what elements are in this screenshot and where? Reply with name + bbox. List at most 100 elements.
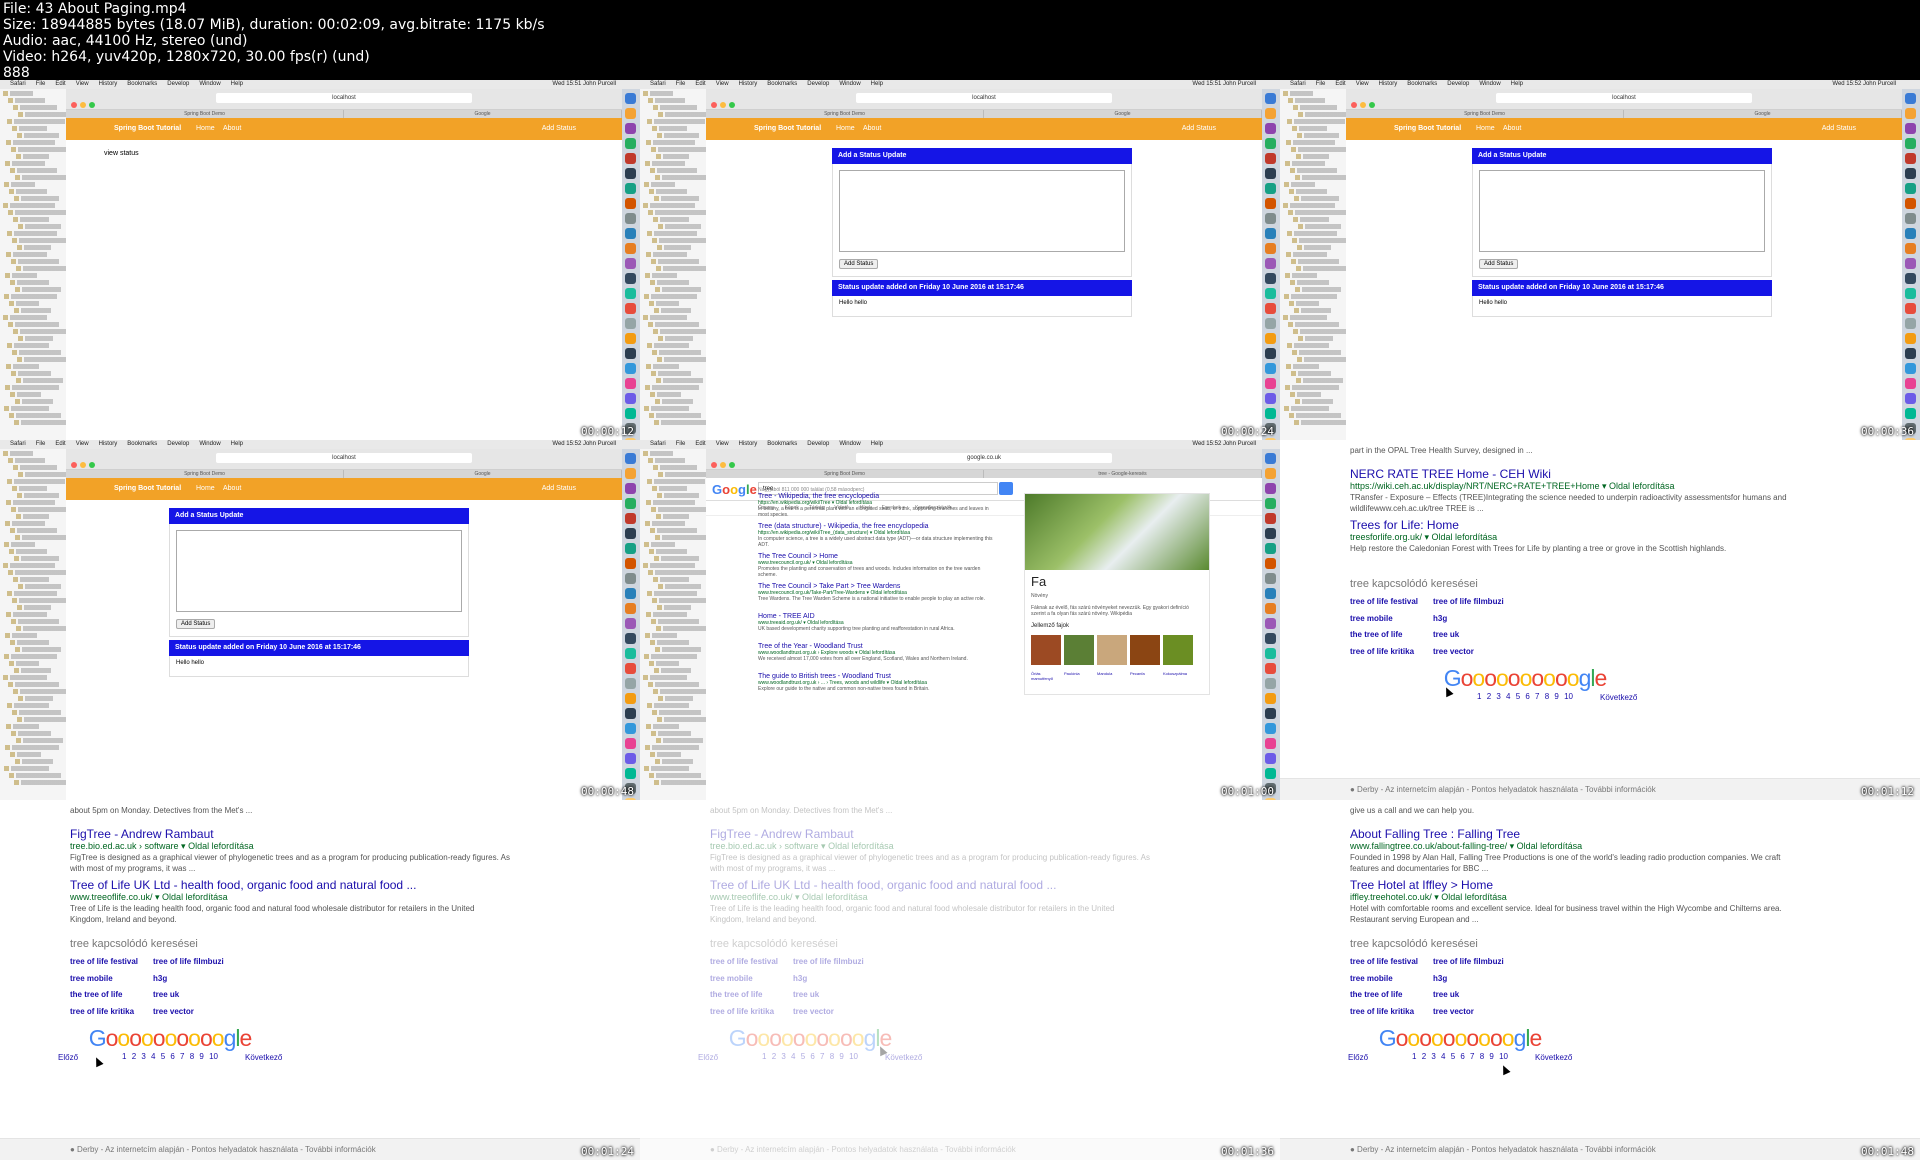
tree-row[interactable] <box>1297 245 1331 250</box>
tree-row[interactable] <box>656 626 711 631</box>
tab-spring-boot[interactable]: Spring Boot Demo <box>706 110 984 118</box>
tree-row[interactable] <box>15 399 53 404</box>
tab-google[interactable]: Google <box>1624 110 1902 118</box>
dock-icon[interactable] <box>625 408 636 419</box>
tree-row[interactable] <box>1291 147 1347 152</box>
related-link[interactable]: tree vector <box>1433 1004 1516 1021</box>
tree-row[interactable] <box>1288 98 1325 103</box>
result-url[interactable]: https://wiki.ceh.ac.uk/display/NRT/NERC+… <box>1350 481 1790 492</box>
dock-icon[interactable] <box>1905 108 1916 119</box>
tree-row[interactable] <box>3 563 55 568</box>
dock-icon[interactable] <box>1265 768 1276 779</box>
tree-row[interactable] <box>647 591 697 596</box>
menu-item[interactable]: File <box>1316 81 1326 87</box>
tree-row[interactable] <box>651 507 707 512</box>
tree-row[interactable] <box>655 287 701 292</box>
window-button[interactable] <box>89 102 95 108</box>
tree-row[interactable] <box>646 612 687 617</box>
menu-item[interactable]: Bookmarks <box>767 81 797 87</box>
menu-item[interactable]: Develop <box>167 441 189 447</box>
dock-icon[interactable] <box>1905 183 1916 194</box>
tree-row[interactable] <box>11 619 59 624</box>
species-card[interactable] <box>1130 635 1160 665</box>
related-link[interactable]: the tree of life <box>70 987 153 1004</box>
nav-add-status[interactable]: Add Status <box>542 478 576 500</box>
dock-icon[interactable] <box>1265 498 1276 509</box>
google-logo[interactable]: Google <box>712 482 757 497</box>
dock-icon[interactable] <box>625 753 636 764</box>
dock-icon[interactable] <box>625 393 636 404</box>
dock-icon[interactable] <box>625 348 636 359</box>
tree-row[interactable] <box>643 315 687 320</box>
tree-row[interactable] <box>10 392 41 397</box>
tab-google[interactable]: Google <box>344 470 622 478</box>
tree-row[interactable] <box>657 493 699 498</box>
menu-item[interactable]: Safari <box>650 81 666 87</box>
tree-row[interactable] <box>8 322 59 327</box>
knowledge-image[interactable] <box>1025 494 1209 570</box>
tree-row[interactable] <box>646 724 679 729</box>
dock-icon[interactable] <box>1265 663 1276 674</box>
dock-icon[interactable] <box>1265 708 1276 719</box>
dock-icon[interactable] <box>1265 738 1276 749</box>
dock-icon[interactable] <box>1265 198 1276 209</box>
tree-row[interactable] <box>656 266 711 271</box>
tree-row[interactable] <box>1283 203 1335 208</box>
tree-row[interactable] <box>1287 343 1329 348</box>
tree-row[interactable] <box>1294 308 1331 313</box>
tree-row[interactable] <box>1286 140 1335 145</box>
tree-row[interactable] <box>11 147 67 152</box>
dock-icon[interactable] <box>625 108 636 119</box>
dock-icon[interactable] <box>1905 378 1916 389</box>
dock-icon[interactable] <box>625 138 636 149</box>
dock-icon[interactable] <box>1265 228 1276 239</box>
tree-row[interactable] <box>1295 399 1333 404</box>
dock-icon[interactable] <box>625 498 636 509</box>
app-brand[interactable]: Spring Boot Tutorial <box>1394 118 1461 140</box>
tree-row[interactable] <box>650 392 681 397</box>
tree-row[interactable] <box>647 479 705 484</box>
species-label[interactable]: Kokuszpálma <box>1163 671 1193 681</box>
menu-item[interactable]: Help <box>231 81 243 87</box>
tree-row[interactable] <box>657 717 713 722</box>
dock-icon[interactable] <box>1265 393 1276 404</box>
tree-row[interactable] <box>16 738 63 743</box>
tree-row[interactable] <box>656 378 703 383</box>
menu-item[interactable]: View <box>76 81 89 87</box>
tree-row[interactable] <box>645 521 685 526</box>
dock-icon[interactable] <box>625 693 636 704</box>
tree-row[interactable] <box>14 420 73 425</box>
prev-link[interactable]: Előző <box>1348 1053 1368 1062</box>
tree-row[interactable] <box>651 259 699 264</box>
menu-item[interactable]: File <box>36 441 46 447</box>
tree-row[interactable] <box>653 217 689 222</box>
dock-icon[interactable] <box>1265 633 1276 644</box>
tree-row[interactable] <box>1295 287 1341 292</box>
dock-icon[interactable] <box>625 333 636 344</box>
tree-row[interactable] <box>651 731 691 736</box>
window-button[interactable] <box>720 102 726 108</box>
dock-icon[interactable] <box>1265 108 1276 119</box>
dock-icon[interactable] <box>1265 318 1276 329</box>
tree-row[interactable] <box>7 479 65 484</box>
tree-row[interactable] <box>1287 119 1345 124</box>
tab-spring-boot[interactable]: Spring Boot Demo <box>706 470 984 478</box>
tree-row[interactable] <box>1298 336 1333 341</box>
dock-icon[interactable] <box>1905 273 1916 284</box>
tree-row[interactable] <box>1296 266 1351 271</box>
menu-item[interactable]: Bookmarks <box>127 441 157 447</box>
tree-row[interactable] <box>643 91 673 96</box>
tree-row[interactable] <box>1283 315 1327 320</box>
tree-row[interactable] <box>645 745 699 750</box>
menu-item[interactable]: History <box>99 441 118 447</box>
tree-row[interactable] <box>658 224 701 229</box>
menu-item[interactable]: Bookmarks <box>1407 81 1437 87</box>
dock-icon[interactable] <box>1265 408 1276 419</box>
result-title[interactable]: Tree of Life UK Ltd - health food, organ… <box>70 878 510 892</box>
window-button[interactable] <box>1351 102 1357 108</box>
dock-icon[interactable] <box>1265 558 1276 569</box>
dock-icon[interactable] <box>1265 648 1276 659</box>
species-card[interactable] <box>1031 635 1061 665</box>
tree-row[interactable] <box>11 259 59 264</box>
dock-icon[interactable] <box>1265 543 1276 554</box>
